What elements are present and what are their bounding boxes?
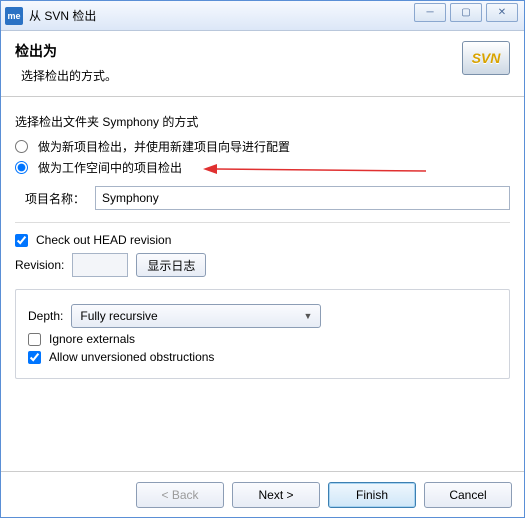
maximize-button[interactable]: ▢ xyxy=(450,3,482,22)
head-revision-checkbox-row[interactable]: Check out HEAD revision xyxy=(15,233,510,247)
prompt-text: 选择检出文件夹 Symphony 的方式 xyxy=(15,113,510,130)
wizard-header: 检出为 选择检出的方式。 SVN xyxy=(1,31,524,97)
window-controls: ─ ▢ ✕ xyxy=(414,3,518,22)
project-name-label: 项目名称： xyxy=(25,190,85,207)
project-name-input[interactable] xyxy=(95,186,510,210)
next-button[interactable]: Next > xyxy=(232,482,320,508)
revision-input[interactable] xyxy=(72,253,128,277)
divider xyxy=(15,222,510,223)
allow-unversioned-label: Allow unversioned obstructions xyxy=(49,350,214,364)
radio-new-project[interactable]: 做为新项目检出，并使用新建项目向导进行配置 xyxy=(15,138,510,155)
app-icon: me xyxy=(5,7,23,25)
head-revision-label: Check out HEAD revision xyxy=(36,233,171,247)
radio-workspace-project-label: 做为工作空间中的项目检出 xyxy=(38,159,182,176)
button-bar: < Back Next > Finish Cancel xyxy=(1,471,524,517)
project-name-row: 项目名称： xyxy=(25,186,510,210)
minimize-button[interactable]: ─ xyxy=(414,3,446,22)
ignore-externals-row[interactable]: Ignore externals xyxy=(28,332,497,346)
back-button[interactable]: < Back xyxy=(136,482,224,508)
radio-new-project-label: 做为新项目检出，并使用新建项目向导进行配置 xyxy=(38,138,290,155)
radio-new-project-input[interactable] xyxy=(15,140,28,153)
depth-select-value: Fully recursive xyxy=(80,309,157,323)
head-revision-checkbox[interactable] xyxy=(15,234,28,247)
revision-row: Revision: 显示日志 xyxy=(15,253,510,277)
chevron-down-icon: ▼ xyxy=(303,311,312,321)
revision-label: Revision: xyxy=(15,258,64,272)
allow-unversioned-row[interactable]: Allow unversioned obstructions xyxy=(28,350,497,364)
ignore-externals-checkbox[interactable] xyxy=(28,333,41,346)
cancel-button[interactable]: Cancel xyxy=(424,482,512,508)
depth-label: Depth: xyxy=(28,309,63,323)
wizard-title: 检出为 xyxy=(15,41,117,61)
allow-unversioned-checkbox[interactable] xyxy=(28,351,41,364)
depth-select[interactable]: Fully recursive ▼ xyxy=(71,304,321,328)
wizard-body: 选择检出文件夹 Symphony 的方式 做为新项目检出，并使用新建项目向导进行… xyxy=(1,97,524,389)
annotation-arrow-icon xyxy=(201,162,431,178)
close-button[interactable]: ✕ xyxy=(486,3,518,22)
finish-button[interactable]: Finish xyxy=(328,482,416,508)
radio-workspace-project-input[interactable] xyxy=(15,161,28,174)
wizard-subtitle: 选择检出的方式。 xyxy=(21,67,117,84)
svn-logo-icon: SVN xyxy=(462,41,510,75)
show-log-button[interactable]: 显示日志 xyxy=(136,253,206,277)
titlebar: me 从 SVN 检出 ─ ▢ ✕ xyxy=(1,1,524,31)
depth-group: Depth: Fully recursive ▼ Ignore external… xyxy=(15,289,510,379)
dialog-window: me 从 SVN 检出 ─ ▢ ✕ 检出为 选择检出的方式。 SVN 选择检出文… xyxy=(0,0,525,518)
ignore-externals-label: Ignore externals xyxy=(49,332,135,346)
window-title: 从 SVN 检出 xyxy=(29,7,96,24)
